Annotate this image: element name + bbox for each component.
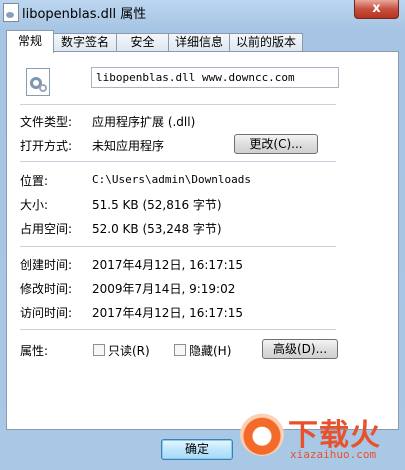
size-on-disk-label: 占用空间: (20, 222, 73, 236)
change-button[interactable]: 更改(C)... (234, 134, 318, 154)
advanced-button[interactable]: 高级(D)... (262, 339, 338, 359)
flame-logo-icon (240, 412, 284, 456)
accessed-value: 2017年4月12日, 16:17:15 (92, 306, 243, 320)
size-value: 51.5 KB (52,816 字节) (92, 198, 222, 212)
readonly-checkbox[interactable] (93, 344, 105, 356)
close-button[interactable]: x (354, 0, 399, 19)
site-watermark: 下载火 xiazaihuo.com (238, 408, 402, 468)
file-type-icon (26, 68, 50, 96)
watermark-site: xiazaihuo.com (290, 448, 377, 461)
tab-general[interactable]: 常规 (6, 30, 54, 53)
tab-previous-versions[interactable]: 以前的版本 (229, 33, 303, 52)
dll-file-icon (3, 3, 19, 22)
created-label: 创建时间: (20, 258, 73, 272)
tab-digital-signatures[interactable]: 数字签名 (53, 33, 117, 52)
modified-value: 2009年7月14日, 9:19:02 (92, 282, 236, 296)
title-bar[interactable]: libopenblas.dll 属性 x (0, 0, 405, 26)
hidden-checkbox-label[interactable]: 隐藏(H) (189, 342, 231, 359)
opens-with-value: 未知应用程序 (92, 139, 165, 153)
hidden-checkbox[interactable] (174, 344, 186, 356)
tab-security[interactable]: 安全 (116, 33, 169, 52)
file-type-value: 应用程序扩展 (.dll) (92, 115, 196, 129)
ok-button[interactable]: 确定 (161, 439, 233, 460)
created-value: 2017年4月12日, 16:17:15 (92, 258, 243, 272)
opens-with-label: 打开方式: (20, 139, 73, 153)
general-tab-panel (6, 51, 399, 430)
separator (20, 161, 336, 162)
attributes-label: 属性: (20, 344, 49, 358)
size-label: 大小: (20, 198, 49, 212)
size-on-disk-value: 52.0 KB (53,248 字节) (92, 222, 222, 236)
small-gear-icon (39, 84, 47, 92)
file-type-label: 文件类型: (20, 115, 73, 129)
file-name-input[interactable]: libopenblas.dll www.downcc.com (91, 67, 339, 88)
separator (20, 246, 336, 247)
tab-strip: 常规 数字签名 安全 详细信息 以前的版本 (6, 30, 399, 53)
location-label: 位置: (20, 174, 49, 188)
modified-label: 修改时间: (20, 282, 73, 296)
separator (20, 329, 336, 330)
location-value: C:\Users\admin\Downloads (92, 173, 251, 186)
readonly-checkbox-label[interactable]: 只读(R) (108, 342, 150, 359)
separator (20, 104, 336, 105)
window-title: libopenblas.dll 属性 (22, 7, 147, 22)
properties-window: libopenblas.dll 属性 x 常规 数字签名 安全 详细信息 以前的… (0, 0, 405, 470)
tab-details[interactable]: 详细信息 (168, 33, 230, 52)
accessed-label: 访问时间: (20, 306, 73, 320)
